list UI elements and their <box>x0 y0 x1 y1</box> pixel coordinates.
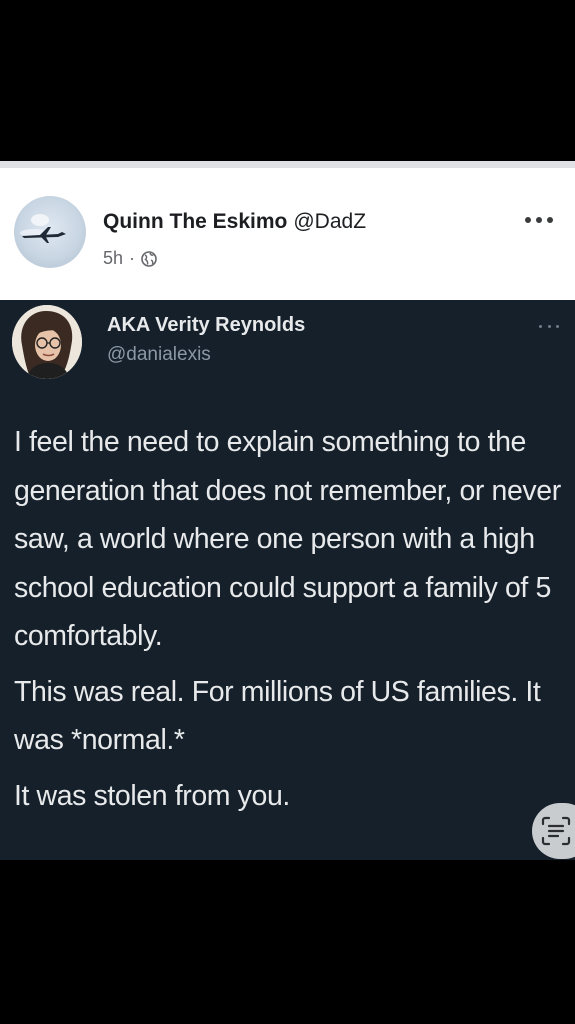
tweet-paragraph: This was real. For millions of US famili… <box>14 675 541 757</box>
author-name[interactable]: Quinn The Eskimo <box>103 210 287 233</box>
author-handle: @DadZ <box>293 210 367 233</box>
author-avatar[interactable] <box>14 196 86 268</box>
post-header: Quinn The Eskimo @DadZ 5h · <box>0 161 575 300</box>
tweet-screenshot: AKA Verity Reynolds @danialexis I feel t… <box>0 300 575 860</box>
airplane-photo-icon <box>20 214 66 243</box>
post-meta: 5h · <box>103 248 157 269</box>
more-dot <box>536 217 542 223</box>
tweet-paragraph: It was stolen from you. <box>14 779 290 812</box>
post-time[interactable]: 5h <box>103 248 123 269</box>
person-avatar-icon <box>12 305 82 379</box>
tweet-avatar <box>12 305 82 379</box>
text-scan-icon <box>541 816 571 846</box>
author-line: Quinn The Eskimo @DadZ <box>103 210 366 234</box>
meta-separator: · <box>129 248 136 268</box>
screen: Quinn The Eskimo @DadZ 5h · AKA Verity R… <box>0 0 575 1024</box>
globe-icon <box>141 250 157 267</box>
more-dot <box>547 324 551 328</box>
more-options-button[interactable] <box>525 210 553 230</box>
tweet-display-name: AKA Verity Reynolds <box>107 314 306 336</box>
more-dot <box>539 324 542 328</box>
more-dot <box>556 324 559 328</box>
tweet-paragraph: I feel the need to explain something to … <box>14 426 561 652</box>
more-dot <box>525 217 531 223</box>
more-dot <box>547 217 553 223</box>
tweet-body: I feel the need to explain something to … <box>14 418 564 827</box>
tweet-more-icon <box>539 322 559 330</box>
tweet-handle: @danialexis <box>107 344 211 365</box>
